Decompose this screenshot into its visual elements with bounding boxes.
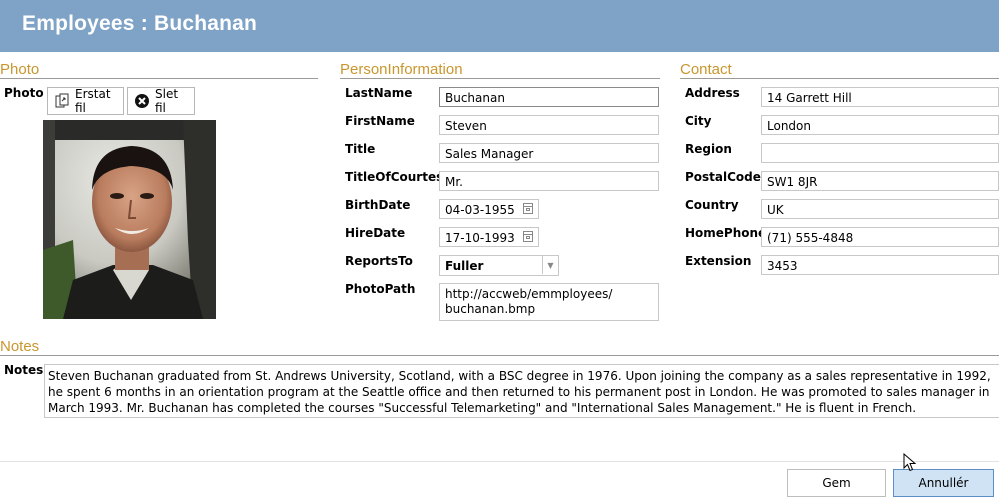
hiredate-value: 17-10-1993 [445,231,515,245]
firstname-field[interactable]: Steven [439,115,659,135]
window-title: Employees : Buchanan [22,12,258,35]
city-field[interactable]: London [761,115,999,135]
title-bar: Employees : Buchanan [0,0,999,52]
photo-label: Photo [4,86,44,100]
delete-file-button[interactable]: Slet fil [127,87,195,115]
address-field[interactable]: 14 Garrett Hill [761,87,999,107]
birthdate-label: BirthDate [345,198,411,212]
region-label: Region [685,142,732,156]
group-title-person: PersonInformation [340,61,463,78]
homephone-label: HomePhone [685,226,767,240]
group-title-notes: Notes [0,338,40,355]
file-replace-icon [54,93,70,109]
save-button[interactable]: Gem [787,469,886,497]
chevron-down-icon[interactable]: ▼ [542,256,558,274]
country-field[interactable]: UK [761,199,999,219]
reportsto-value: Fuller [445,259,484,273]
firstname-label: FirstName [345,114,415,128]
country-label: Country [685,198,739,212]
birthdate-picker[interactable]: 04-03-1955 [439,199,539,219]
title-field[interactable]: Sales Manager [439,143,659,163]
reportsto-label: ReportsTo [345,254,413,268]
footer-divider [0,461,999,462]
mouse-cursor-icon [903,452,917,476]
lastname-label: LastName [345,86,413,100]
notes-label: Notes [4,363,44,377]
group-title-photo: Photo [0,61,40,78]
group-divider-photo [0,78,318,79]
courtesy-field[interactable]: Mr. [439,171,659,191]
hiredate-label: HireDate [345,226,406,240]
calendar-icon[interactable] [523,203,533,214]
courtesy-label: TitleOfCourtesy [345,170,452,184]
title-label: Title [345,142,376,156]
hiredate-picker[interactable]: 17-10-1993 [439,227,539,247]
group-divider-person [340,78,660,79]
extension-label: Extension [685,254,752,268]
photopath-label: PhotoPath [345,282,416,296]
region-field[interactable] [761,143,999,163]
reportsto-select[interactable]: Fuller ▼ [439,255,559,276]
group-divider-notes [0,355,999,356]
replace-file-label: Erstat fil [75,87,111,115]
address-label: Address [685,86,740,100]
notes-textarea[interactable]: Steven Buchanan graduated from St. Andre… [44,364,999,418]
replace-file-button[interactable]: Erstat fil [47,87,124,115]
group-divider-contact [680,78,999,79]
homephone-field[interactable]: (71) 555-4848 [761,227,999,247]
delete-circle-icon [134,93,150,109]
calendar-icon[interactable] [523,231,533,242]
lastname-field[interactable]: Buchanan [439,87,659,107]
city-label: City [685,114,712,128]
group-title-contact: Contact [680,61,732,78]
photopath-field[interactable]: http://accweb/emmployees/ buchanan.bmp [439,283,659,321]
employee-photo [43,120,216,319]
postal-field[interactable]: SW1 8JR [761,171,999,191]
postal-label: PostalCode [685,170,761,184]
birthdate-value: 04-03-1955 [445,203,515,217]
delete-file-label: Slet fil [155,87,179,115]
extension-field[interactable]: 3453 [761,255,999,275]
